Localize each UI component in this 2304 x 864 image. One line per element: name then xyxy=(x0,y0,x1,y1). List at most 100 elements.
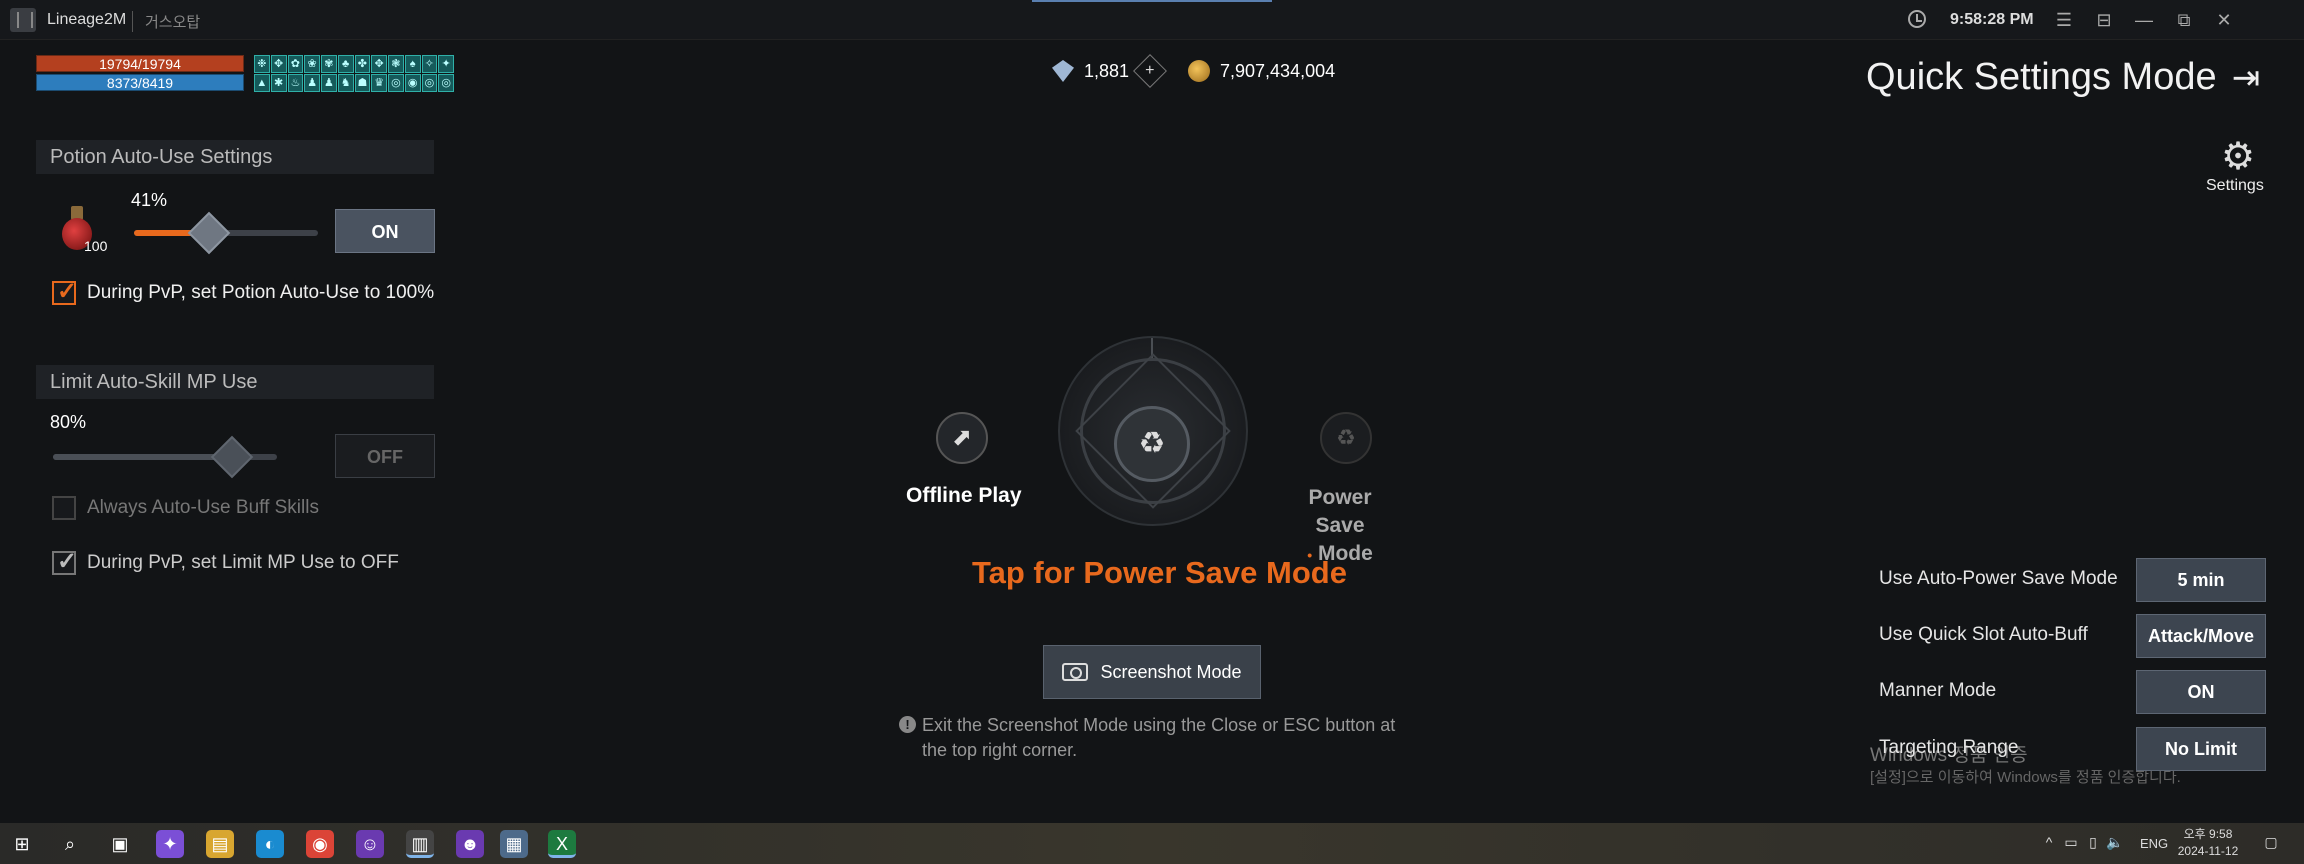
potion-slider-knob[interactable] xyxy=(188,211,231,255)
excel-icon[interactable]: X xyxy=(548,830,576,858)
tray-time: 오후 9:58 xyxy=(2183,827,2233,841)
buff-icon: ❃ xyxy=(388,55,404,73)
power-save-label-line1: Power Save xyxy=(1308,486,1372,537)
edge-icon[interactable]: ◐ xyxy=(256,830,284,858)
battery-recycle-icon[interactable]: ♻ xyxy=(1114,406,1190,482)
diamond-count: 1,881 xyxy=(1084,61,1130,81)
file-explorer-icon[interactable]: ▤ xyxy=(206,830,234,858)
buff-skills-checkbox[interactable] xyxy=(52,496,76,520)
potion-slider[interactable] xyxy=(134,211,318,255)
tray-clock[interactable]: 오후 9:58 2024-11-12 xyxy=(2168,826,2248,860)
tab-indicator xyxy=(1032,0,1272,2)
buff-icon: ◎ xyxy=(388,74,404,92)
mp-pvp-label: During PvP, set Limit MP Use to OFF xyxy=(87,552,399,573)
clock-icon xyxy=(1908,10,1926,28)
app-icon-2[interactable]: ☻ xyxy=(456,830,484,858)
notepad-icon[interactable]: ▦ xyxy=(500,830,528,858)
network-icon[interactable]: ▯ xyxy=(2084,834,2102,852)
hp-bar: 19794/19794 xyxy=(36,55,244,72)
mp-panel-header: Limit Auto-Skill MP Use xyxy=(36,365,434,399)
mp-slider[interactable] xyxy=(53,435,277,479)
buff-icon: ♣ xyxy=(337,55,354,73)
offline-play-label[interactable]: Offline Play xyxy=(906,484,1022,508)
tray-overflow-icon[interactable]: ^ xyxy=(2040,834,2058,852)
taskbar: ⊞ ⌕ ▣ ✦ ▤ ◐ ◉ ☺ ▥ ☻ ▦ X ^ ▭ ▯ 🔈 ENG 오후 9… xyxy=(0,823,2304,864)
quick-slot-buff-button[interactable]: Attack/Move xyxy=(2136,614,2266,658)
auto-power-save-label: Use Auto-Power Save Mode xyxy=(1879,568,2118,589)
buff-icon: ✧ xyxy=(421,55,438,73)
buff-icon: ❀ xyxy=(304,55,320,73)
check-icon: ✓ xyxy=(57,548,78,575)
power-save-icon[interactable]: ♻ xyxy=(1320,412,1372,464)
info-icon: ! xyxy=(899,716,916,733)
copilot-icon[interactable]: ✦ xyxy=(156,830,184,858)
windows-activation-text: [설정]으로 이동하여 Windows를 정품 인증합니다. xyxy=(1870,769,2181,786)
mp-pvp-checkbox[interactable]: ✓ xyxy=(52,548,77,575)
diamond-icon xyxy=(1052,60,1074,82)
language-indicator[interactable]: ENG xyxy=(2140,836,2168,851)
potion-percent: 41% xyxy=(131,190,168,210)
mp-percent: 80% xyxy=(50,412,87,432)
buff-icon: ❉ xyxy=(254,55,270,73)
screenshot-mode-button[interactable]: Screenshot Mode xyxy=(1043,645,1261,699)
buff-icon: ♞ xyxy=(337,74,354,92)
tray-date: 2024-11-12 xyxy=(2177,844,2239,858)
gold-count: 7,907,434,004 xyxy=(1220,61,1336,81)
auto-power-save-button[interactable]: 5 min xyxy=(2136,558,2266,602)
buff-icon: ♨ xyxy=(287,74,304,92)
buff-icon: ◎ xyxy=(421,74,438,92)
buff-icon: ✾ xyxy=(321,55,337,73)
mp-text: 8373/8419 xyxy=(106,75,174,91)
search-icon[interactable]: ⌕ xyxy=(56,830,84,858)
buff-icon: ◉ xyxy=(404,74,421,92)
buff-icon: ✱ xyxy=(270,74,287,92)
app-subtitle: 거스오탑 xyxy=(132,11,200,32)
screenshot-info-text: Exit the Screenshot Mode using the Close… xyxy=(922,715,1396,760)
power-save-cta[interactable]: Tap for Power Save Mode xyxy=(972,555,1347,591)
chrome-icon[interactable]: ◉ xyxy=(306,830,334,858)
mp-toggle[interactable]: OFF xyxy=(335,434,435,478)
buff-icon: ✤ xyxy=(354,55,371,73)
plus-icon: + xyxy=(1145,62,1155,79)
gold-coin-icon xyxy=(1188,60,1210,82)
buff-icon: ▲ xyxy=(254,74,270,92)
tray-battery-icon[interactable]: ▭ xyxy=(2062,834,2080,852)
quick-slot-buff-label: Use Quick Slot Auto-Buff xyxy=(1879,624,2088,645)
screenshot-mode-label: Screenshot Mode xyxy=(1100,662,1242,682)
check-icon: ✓ xyxy=(57,278,78,305)
task-view-icon[interactable]: ▣ xyxy=(106,830,134,858)
start-icon[interactable]: ⊞ xyxy=(8,830,36,858)
potion-pvp-checkbox[interactable]: ✓ xyxy=(52,278,77,305)
add-diamond-button[interactable]: + xyxy=(1133,54,1167,88)
volume-icon[interactable]: 🔈 xyxy=(2106,834,2124,852)
app-icon[interactable]: ☺ xyxy=(356,830,384,858)
buff-icon: ♟ xyxy=(304,74,320,92)
targeting-range-button[interactable]: No Limit xyxy=(2136,727,2266,771)
potion-panel-header: Potion Auto-Use Settings xyxy=(36,140,434,174)
manner-mode-button[interactable]: ON xyxy=(2136,670,2266,714)
lineage-taskbar-icon[interactable]: ▥ xyxy=(406,830,434,858)
hp-text: 19794/19794 xyxy=(99,56,181,72)
manner-mode-label: Manner Mode xyxy=(1879,680,1997,701)
exit-quick-settings-icon[interactable]: ⇥ xyxy=(2226,58,2266,98)
minimize-button[interactable]: — xyxy=(2132,8,2156,32)
mp-slider-knob[interactable] xyxy=(210,435,254,479)
notification-icon[interactable]: ▢ xyxy=(2262,834,2280,852)
menu-icon[interactable]: ☰ xyxy=(2052,8,2076,32)
targeting-range-label: Targeting Range xyxy=(1879,737,2019,758)
offline-play-icon[interactable]: ⬈ xyxy=(936,412,988,464)
restore-button[interactable]: ⧉ xyxy=(2172,8,2196,32)
title-bar: Lineage2M 거스오탑 9:58:28 PM ☰ ⊟ — ⧉ ✕ xyxy=(0,0,2304,40)
clock-text: 9:58:28 PM xyxy=(1950,11,2034,28)
mp-bar: 8373/8419 xyxy=(36,74,244,91)
camera-icon xyxy=(1062,663,1089,681)
buff-icon: ◎ xyxy=(438,74,454,92)
settings-label[interactable]: Settings xyxy=(2206,177,2264,195)
buff-icon: ✥ xyxy=(270,55,287,73)
potion-toggle[interactable]: ON xyxy=(335,209,435,253)
potion-count: 100 xyxy=(84,238,108,254)
gear-icon[interactable]: ⚙ xyxy=(2218,137,2258,177)
potion-pvp-label: During PvP, set Potion Auto-Use to 100% xyxy=(87,282,435,303)
close-button[interactable]: ✕ xyxy=(2212,8,2236,32)
layout-icon[interactable]: ⊟ xyxy=(2092,8,2116,32)
